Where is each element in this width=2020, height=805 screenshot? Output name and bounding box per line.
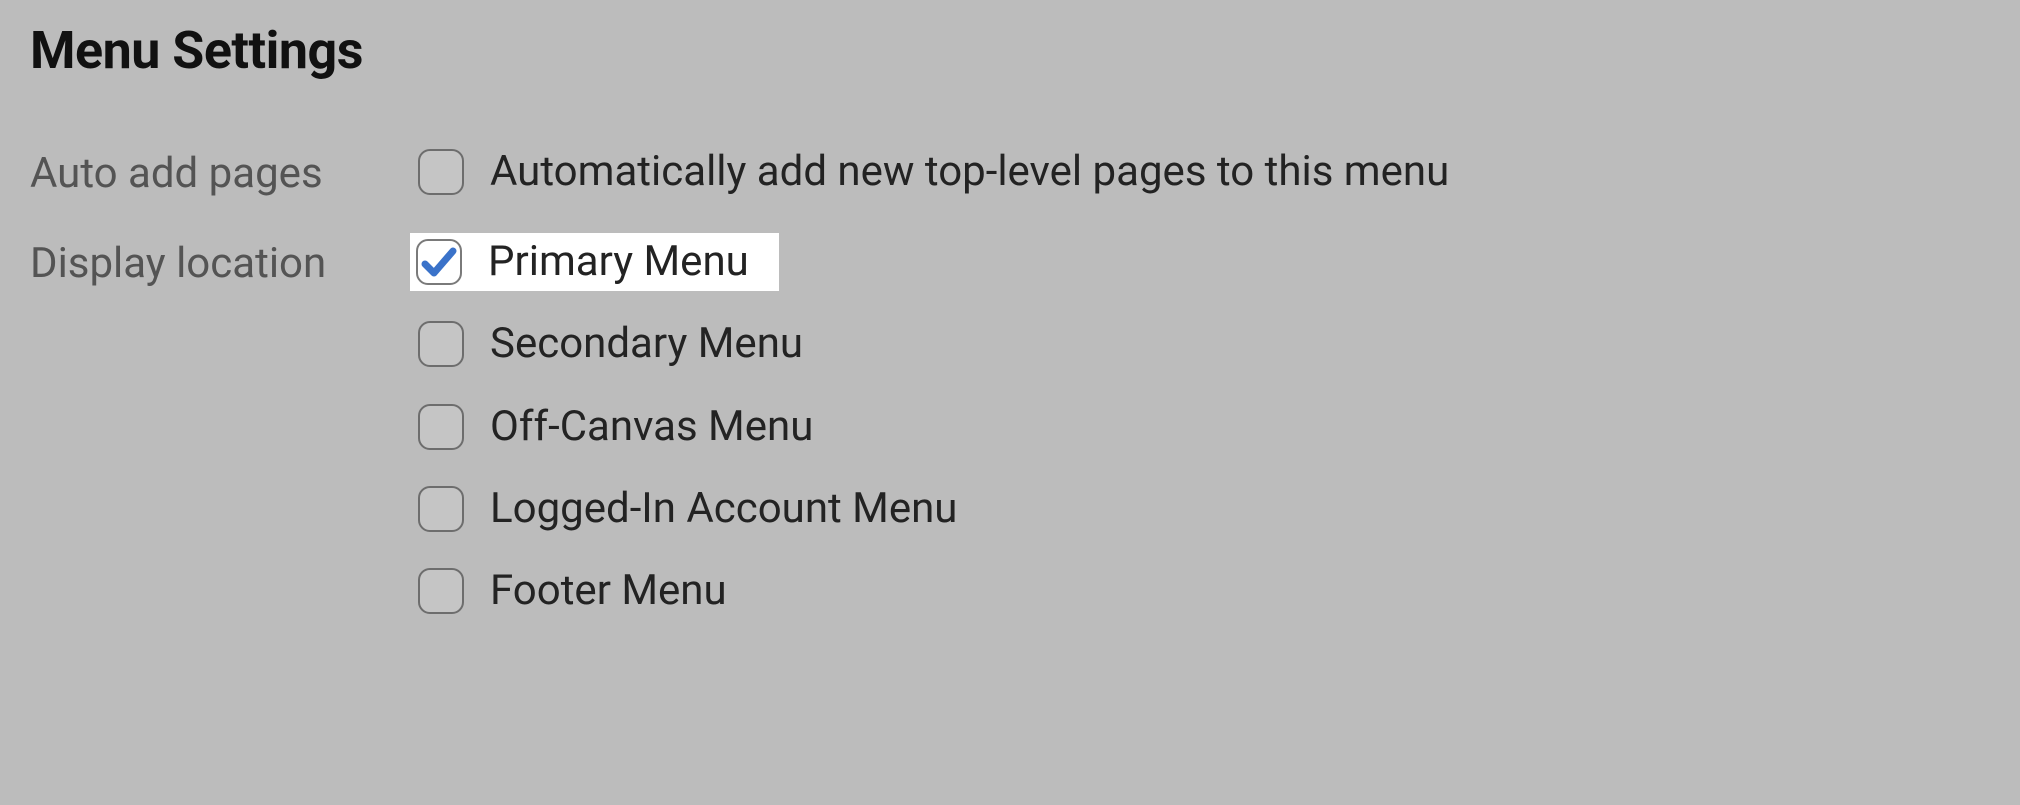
display-location-offcanvas-checkbox[interactable] bbox=[418, 404, 464, 450]
display-location-loggedin-checkbox[interactable] bbox=[418, 486, 464, 532]
display-location-offcanvas-label: Off-Canvas Menu bbox=[490, 404, 813, 450]
display-location-secondary-checkbox[interactable] bbox=[418, 321, 464, 367]
auto-add-pages-option-label: Automatically add new top-level pages to… bbox=[490, 149, 1449, 195]
display-location-footer-label: Footer Menu bbox=[490, 568, 727, 614]
display-location-secondary-label: Secondary Menu bbox=[490, 321, 803, 367]
display-location-option-secondary[interactable]: Secondary Menu bbox=[412, 315, 1990, 373]
display-location-primary-label: Primary Menu bbox=[488, 239, 749, 285]
display-location-loggedin-label: Logged-In Account Menu bbox=[490, 486, 957, 532]
display-location-option-primary[interactable]: Primary Menu bbox=[410, 233, 779, 291]
menu-settings-heading: Menu Settings bbox=[30, 20, 1990, 81]
display-location-label: Display location bbox=[30, 233, 412, 289]
auto-add-pages-label: Auto add pages bbox=[30, 143, 412, 199]
auto-add-pages-option[interactable]: Automatically add new top-level pages to… bbox=[412, 143, 1990, 201]
check-icon bbox=[419, 242, 459, 282]
display-location-options: Primary Menu Secondary Menu Off-Canvas M… bbox=[412, 233, 1990, 620]
auto-add-pages-options: Automatically add new top-level pages to… bbox=[412, 143, 1990, 201]
display-location-primary-checkbox[interactable] bbox=[416, 239, 462, 285]
auto-add-pages-checkbox[interactable] bbox=[418, 149, 464, 195]
display-location-option-offcanvas[interactable]: Off-Canvas Menu bbox=[412, 398, 1990, 456]
display-location-option-footer[interactable]: Footer Menu bbox=[412, 562, 1990, 620]
display-location-footer-checkbox[interactable] bbox=[418, 568, 464, 614]
display-location-option-loggedin[interactable]: Logged-In Account Menu bbox=[412, 480, 1990, 538]
